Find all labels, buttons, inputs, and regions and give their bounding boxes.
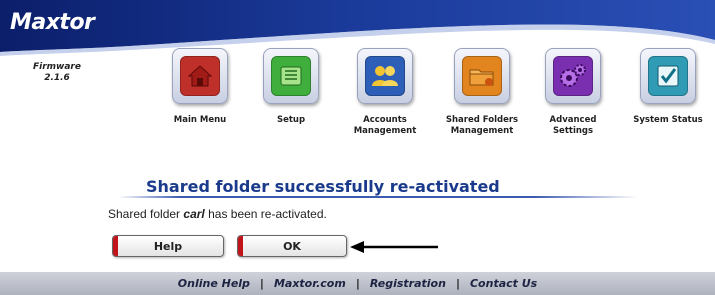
nav-label: System Status: [633, 115, 703, 125]
nav-system-status[interactable]: System Status: [628, 48, 708, 126]
footer-separator: |: [355, 277, 360, 290]
title-divider: [118, 196, 638, 198]
footer-bar: Online Help | Maxtor.com | Registration …: [0, 272, 715, 295]
help-button[interactable]: Help: [112, 235, 224, 257]
nav-advanced-settings[interactable]: Advanced Settings: [533, 48, 613, 137]
firmware-version: 2.1.6: [44, 73, 70, 83]
pointer-arrow-icon: [350, 241, 438, 253]
page: Maxtor Firmware 2.1.6 Main Menu Setup Ac…: [0, 0, 715, 295]
nav-label: Accounts Management: [353, 115, 417, 136]
footer-separator: |: [259, 277, 264, 290]
footer-link-online-help[interactable]: Online Help: [178, 277, 250, 290]
nav-main-menu[interactable]: Main Menu: [160, 48, 240, 126]
house-icon: [180, 56, 220, 96]
checkmark-icon: [648, 56, 688, 96]
nav-label: Main Menu: [173, 115, 227, 125]
message-prefix: Shared folder: [108, 207, 181, 221]
footer-link-contact-us[interactable]: Contact Us: [470, 277, 537, 290]
setup-icon: [271, 56, 311, 96]
folder-name: carl: [183, 207, 205, 221]
nav-accounts-management[interactable]: Accounts Management: [345, 48, 425, 137]
footer-link-registration[interactable]: Registration: [370, 277, 446, 290]
folder-icon: [462, 56, 502, 96]
nav-shared-folders-management[interactable]: Shared Folders Management: [442, 48, 522, 137]
nav-setup[interactable]: Setup: [251, 48, 331, 126]
nav-label: Advanced Settings: [549, 115, 597, 136]
message-suffix: has been re-activated.: [208, 207, 327, 221]
ok-button[interactable]: OK: [237, 235, 347, 257]
firmware-label: Firmware: [33, 62, 81, 72]
maxtor-logo: Maxtor: [10, 10, 95, 35]
footer-separator: |: [455, 277, 460, 290]
firmware-info: Firmware 2.1.6: [22, 62, 92, 84]
nav-label: Shared Folders Management: [445, 115, 519, 136]
users-icon: [365, 56, 405, 96]
nav-label: Setup: [276, 115, 306, 125]
page-title: Shared folder successfully re-activated: [146, 177, 500, 196]
status-message: Shared folder carl has been re-activated…: [108, 207, 327, 221]
gears-icon: [553, 56, 593, 96]
footer-link-maxtor[interactable]: Maxtor.com: [274, 277, 346, 290]
